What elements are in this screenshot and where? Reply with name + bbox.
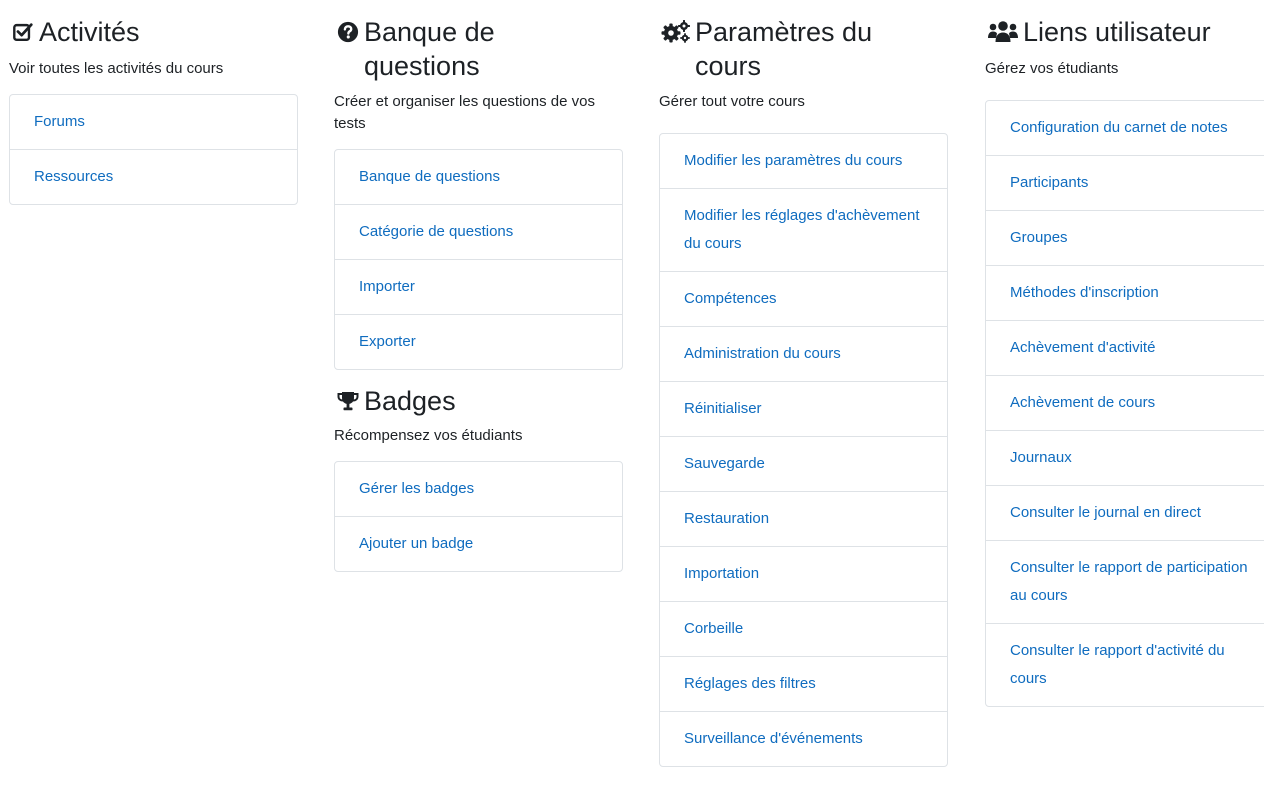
section-title-text: Banque de questions	[364, 17, 495, 81]
section-title-activites: Activités	[9, 15, 298, 49]
section-badges: Badges Récompensez vos étudiants Gérer l…	[334, 384, 623, 572]
section-title-liens: Liens utilisateur	[985, 15, 1264, 49]
section-description: Voir toutes les activités du cours	[9, 60, 224, 77]
link-reinitialiser[interactable]: Réinitialiser	[660, 381, 947, 436]
section-parametres-cours: Paramètres du cours Gérer tout votre cou…	[659, 0, 948, 767]
section-activites: Activités Voir toutes les activités du c…	[9, 0, 298, 205]
link-rapport-activite[interactable]: Consulter le rapport d'activité du cours	[986, 623, 1264, 706]
link-gerer-les-badges[interactable]: Gérer les badges	[335, 462, 622, 516]
users-icon	[985, 15, 1021, 49]
link-reglages-filtres[interactable]: Réglages des filtres	[660, 656, 947, 711]
link-ajouter-un-badge[interactable]: Ajouter un badge	[335, 516, 622, 571]
link-surveillance-evenements[interactable]: Surveillance d'événements	[660, 711, 947, 766]
section-title-parametres: Paramètres du cours	[659, 15, 948, 83]
link-list-banque: Banque de questions Catégorie de questio…	[334, 149, 623, 370]
link-groupes[interactable]: Groupes	[986, 210, 1264, 265]
link-restauration[interactable]: Restauration	[660, 491, 947, 546]
section-liens-utilisateur: Liens utilisateur Gérez vos étudiants Co…	[985, 0, 1264, 707]
section-title-text: Activités	[39, 17, 140, 47]
link-journal-en-direct[interactable]: Consulter le journal en direct	[986, 485, 1264, 540]
link-achevement-cours[interactable]: Achèvement de cours	[986, 375, 1264, 430]
section-title-banque: Banque de questions	[334, 15, 623, 83]
link-achevement-activite[interactable]: Achèvement d'activité	[986, 320, 1264, 375]
link-rapport-participation[interactable]: Consulter le rapport de participation au…	[986, 540, 1264, 623]
link-modifier-parametres-cours[interactable]: Modifier les paramètres du cours	[660, 134, 947, 188]
cogs-icon	[659, 15, 693, 49]
link-exporter[interactable]: Exporter	[335, 314, 622, 369]
link-categorie-de-questions[interactable]: Catégorie de questions	[335, 204, 622, 259]
link-configuration-carnet-notes[interactable]: Configuration du carnet de notes	[986, 101, 1264, 155]
link-sauvegarde[interactable]: Sauvegarde	[660, 436, 947, 491]
section-title-text: Badges	[364, 386, 456, 416]
link-list-parametres: Modifier les paramètres du cours Modifie…	[659, 133, 948, 767]
link-forums[interactable]: Forums	[10, 95, 297, 149]
link-journaux[interactable]: Journaux	[986, 430, 1264, 485]
trophy-icon	[334, 384, 362, 418]
link-importation[interactable]: Importation	[660, 546, 947, 601]
link-competences[interactable]: Compétences	[660, 271, 947, 326]
section-description: Gérez vos étudiants	[985, 60, 1119, 77]
link-corbeille[interactable]: Corbeille	[660, 601, 947, 656]
link-ressources[interactable]: Ressources	[10, 149, 297, 204]
link-banque-de-questions[interactable]: Banque de questions	[335, 150, 622, 204]
section-description: Gérer tout votre cours	[659, 93, 805, 110]
link-list-liens: Configuration du carnet de notes Partici…	[985, 100, 1264, 707]
link-list-badges: Gérer les badges Ajouter un badge	[334, 461, 623, 572]
link-modifier-reglages-achevement[interactable]: Modifier les réglages d'achèvement du co…	[660, 188, 947, 271]
section-title-badges: Badges	[334, 384, 623, 418]
link-list-activites: Forums Ressources	[9, 94, 298, 205]
check-square-icon	[9, 15, 37, 49]
section-title-text: Paramètres du cours	[695, 17, 873, 81]
link-methodes-inscription[interactable]: Méthodes d'inscription	[986, 265, 1264, 320]
question-circle-icon	[334, 15, 362, 49]
link-importer[interactable]: Importer	[335, 259, 622, 314]
link-administration-cours[interactable]: Administration du cours	[660, 326, 947, 381]
section-description: Récompensez vos étudiants	[334, 427, 523, 444]
link-participants[interactable]: Participants	[986, 155, 1264, 210]
section-title-text: Liens utilisateur	[1023, 17, 1211, 47]
section-description: Créer et organiser les questions de vos …	[334, 93, 595, 132]
section-banque-questions: Banque de questions Créer et organiser l…	[334, 0, 623, 572]
